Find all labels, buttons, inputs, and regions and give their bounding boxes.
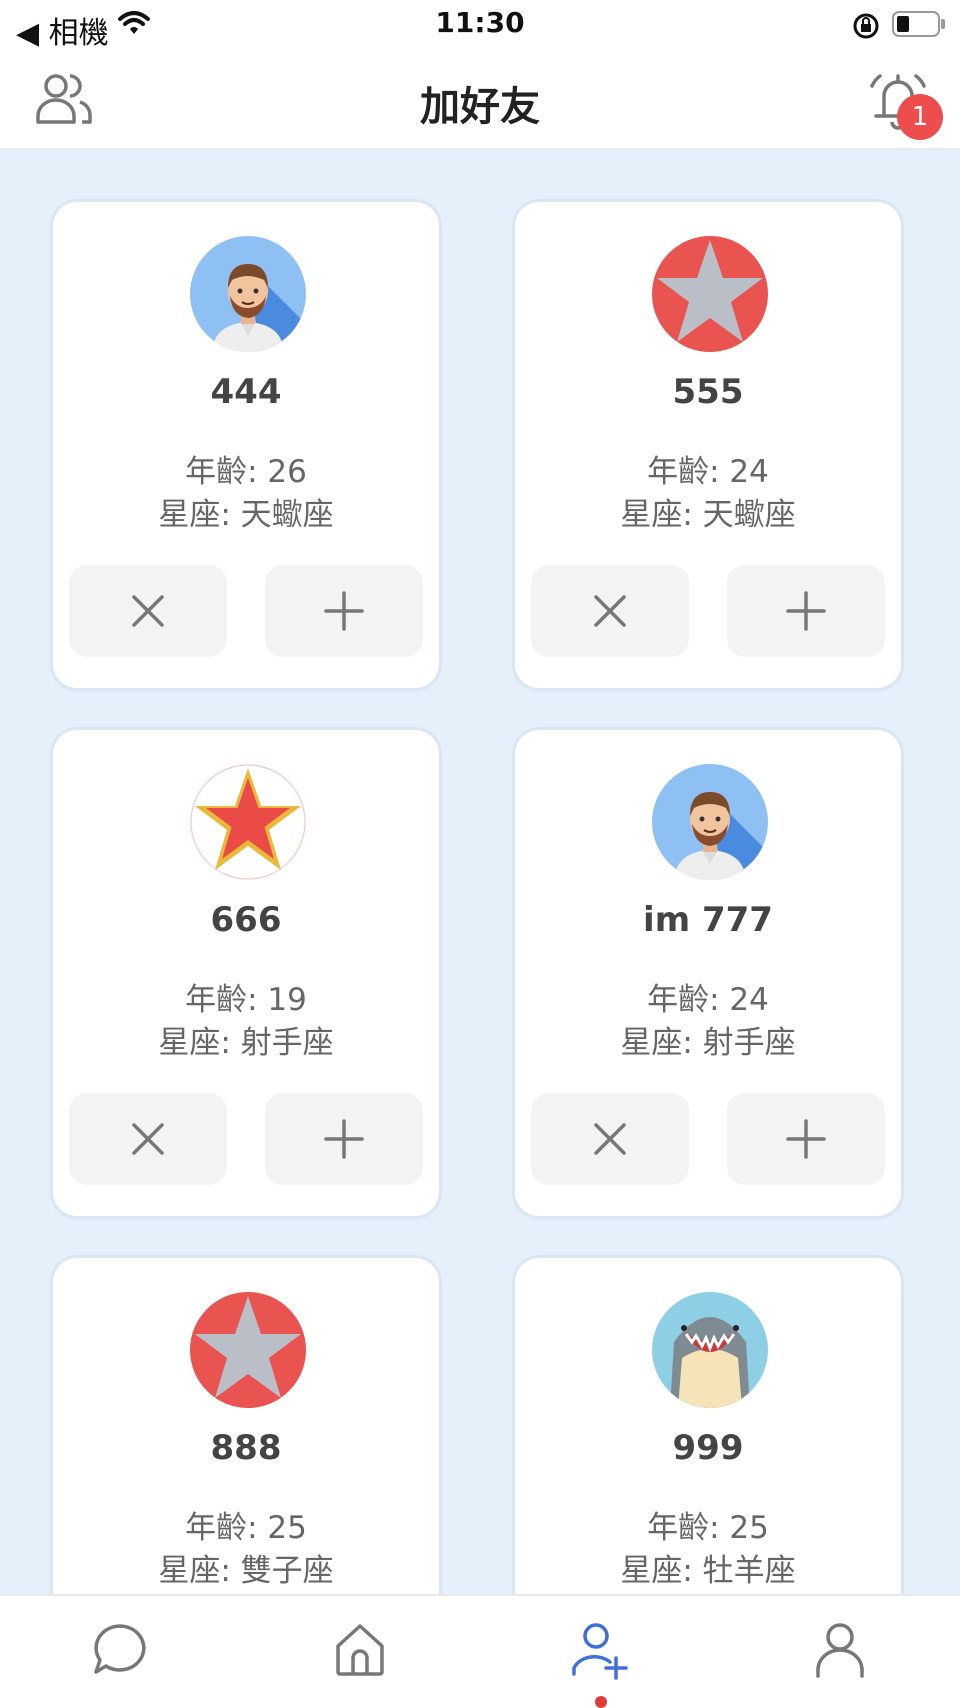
close-icon [132,595,164,627]
friend-zodiac: 星座: 牡羊座 [620,1553,796,1589]
plus-icon [786,1119,826,1159]
plus-icon [324,591,364,631]
friend-card: 555 年齡: 24 星座: 天蠍座 [515,202,901,688]
add-friend-icon[interactable] [570,1620,630,1680]
friend-name: 666 [210,900,282,940]
man-avatar [652,764,768,880]
friend-card: 888 年齡: 25 星座: 雙子座 [53,1258,439,1594]
friend-card: 666 年齡: 19 星座: 射手座 [53,730,439,1216]
friend-age: 年齡: 25 [185,1510,307,1546]
header: 加好友 1 [0,50,960,150]
friend-name: im 777 [643,900,773,940]
chat-icon[interactable] [90,1620,150,1680]
friend-zodiac: 星座: 射手座 [158,1025,334,1061]
shark-avatar [652,1292,768,1408]
friend-name: 444 [210,372,282,412]
close-icon [132,1123,164,1155]
man-avatar [190,236,306,352]
battery-icon [892,11,945,37]
reject-button[interactable] [69,565,227,657]
notification-badge: 1 [897,94,943,140]
red-star-avatar [190,764,306,880]
friend-zodiac: 星座: 天蠍座 [158,497,334,533]
friend-age: 年齡: 24 [647,982,769,1018]
clock: 11:30 [435,6,525,39]
plus-icon [786,591,826,631]
reject-button[interactable] [531,1093,689,1185]
add-friend-button[interactable] [727,1093,885,1185]
friend-zodiac: 星座: 射手座 [620,1025,796,1061]
friend-name: 888 [210,1428,282,1468]
profile-icon[interactable] [810,1620,870,1680]
rotation-lock-icon [853,13,879,39]
add-friend-button[interactable] [727,565,885,657]
plus-icon [324,1119,364,1159]
friend-card: 444 年齡: 26 星座: 天蠍座 [53,202,439,688]
active-tab-indicator [595,1696,607,1708]
status-bar: ◀ 相機 11:30 [0,0,960,51]
gray-star-avatar [652,236,768,352]
friend-name: 555 [672,372,744,412]
close-icon [594,1123,626,1155]
friend-age: 年齡: 25 [647,1510,769,1546]
friend-zodiac: 星座: 雙子座 [158,1553,334,1589]
friend-age: 年齡: 19 [185,982,307,1018]
home-icon[interactable] [330,1620,390,1680]
friend-age: 年齡: 26 [185,454,307,490]
bottom-nav [0,1594,960,1708]
friend-name: 999 [672,1428,744,1468]
page-title: 加好友 [420,84,540,130]
reject-button[interactable] [531,565,689,657]
gray-star-avatar [190,1292,306,1408]
friend-card: im 777 年齡: 24 星座: 射手座 [515,730,901,1216]
friend-card: 999 年齡: 25 星座: 牡羊座 [515,1258,901,1594]
close-icon [594,595,626,627]
add-friend-button[interactable] [265,565,423,657]
friend-suggestions: 444 年齡: 26 星座: 天蠍座 555 年齡: 24 星座: 天蠍座 66… [0,150,960,1594]
friend-age: 年齡: 24 [647,454,769,490]
friend-zodiac: 星座: 天蠍座 [620,497,796,533]
add-friend-button[interactable] [265,1093,423,1185]
reject-button[interactable] [69,1093,227,1185]
